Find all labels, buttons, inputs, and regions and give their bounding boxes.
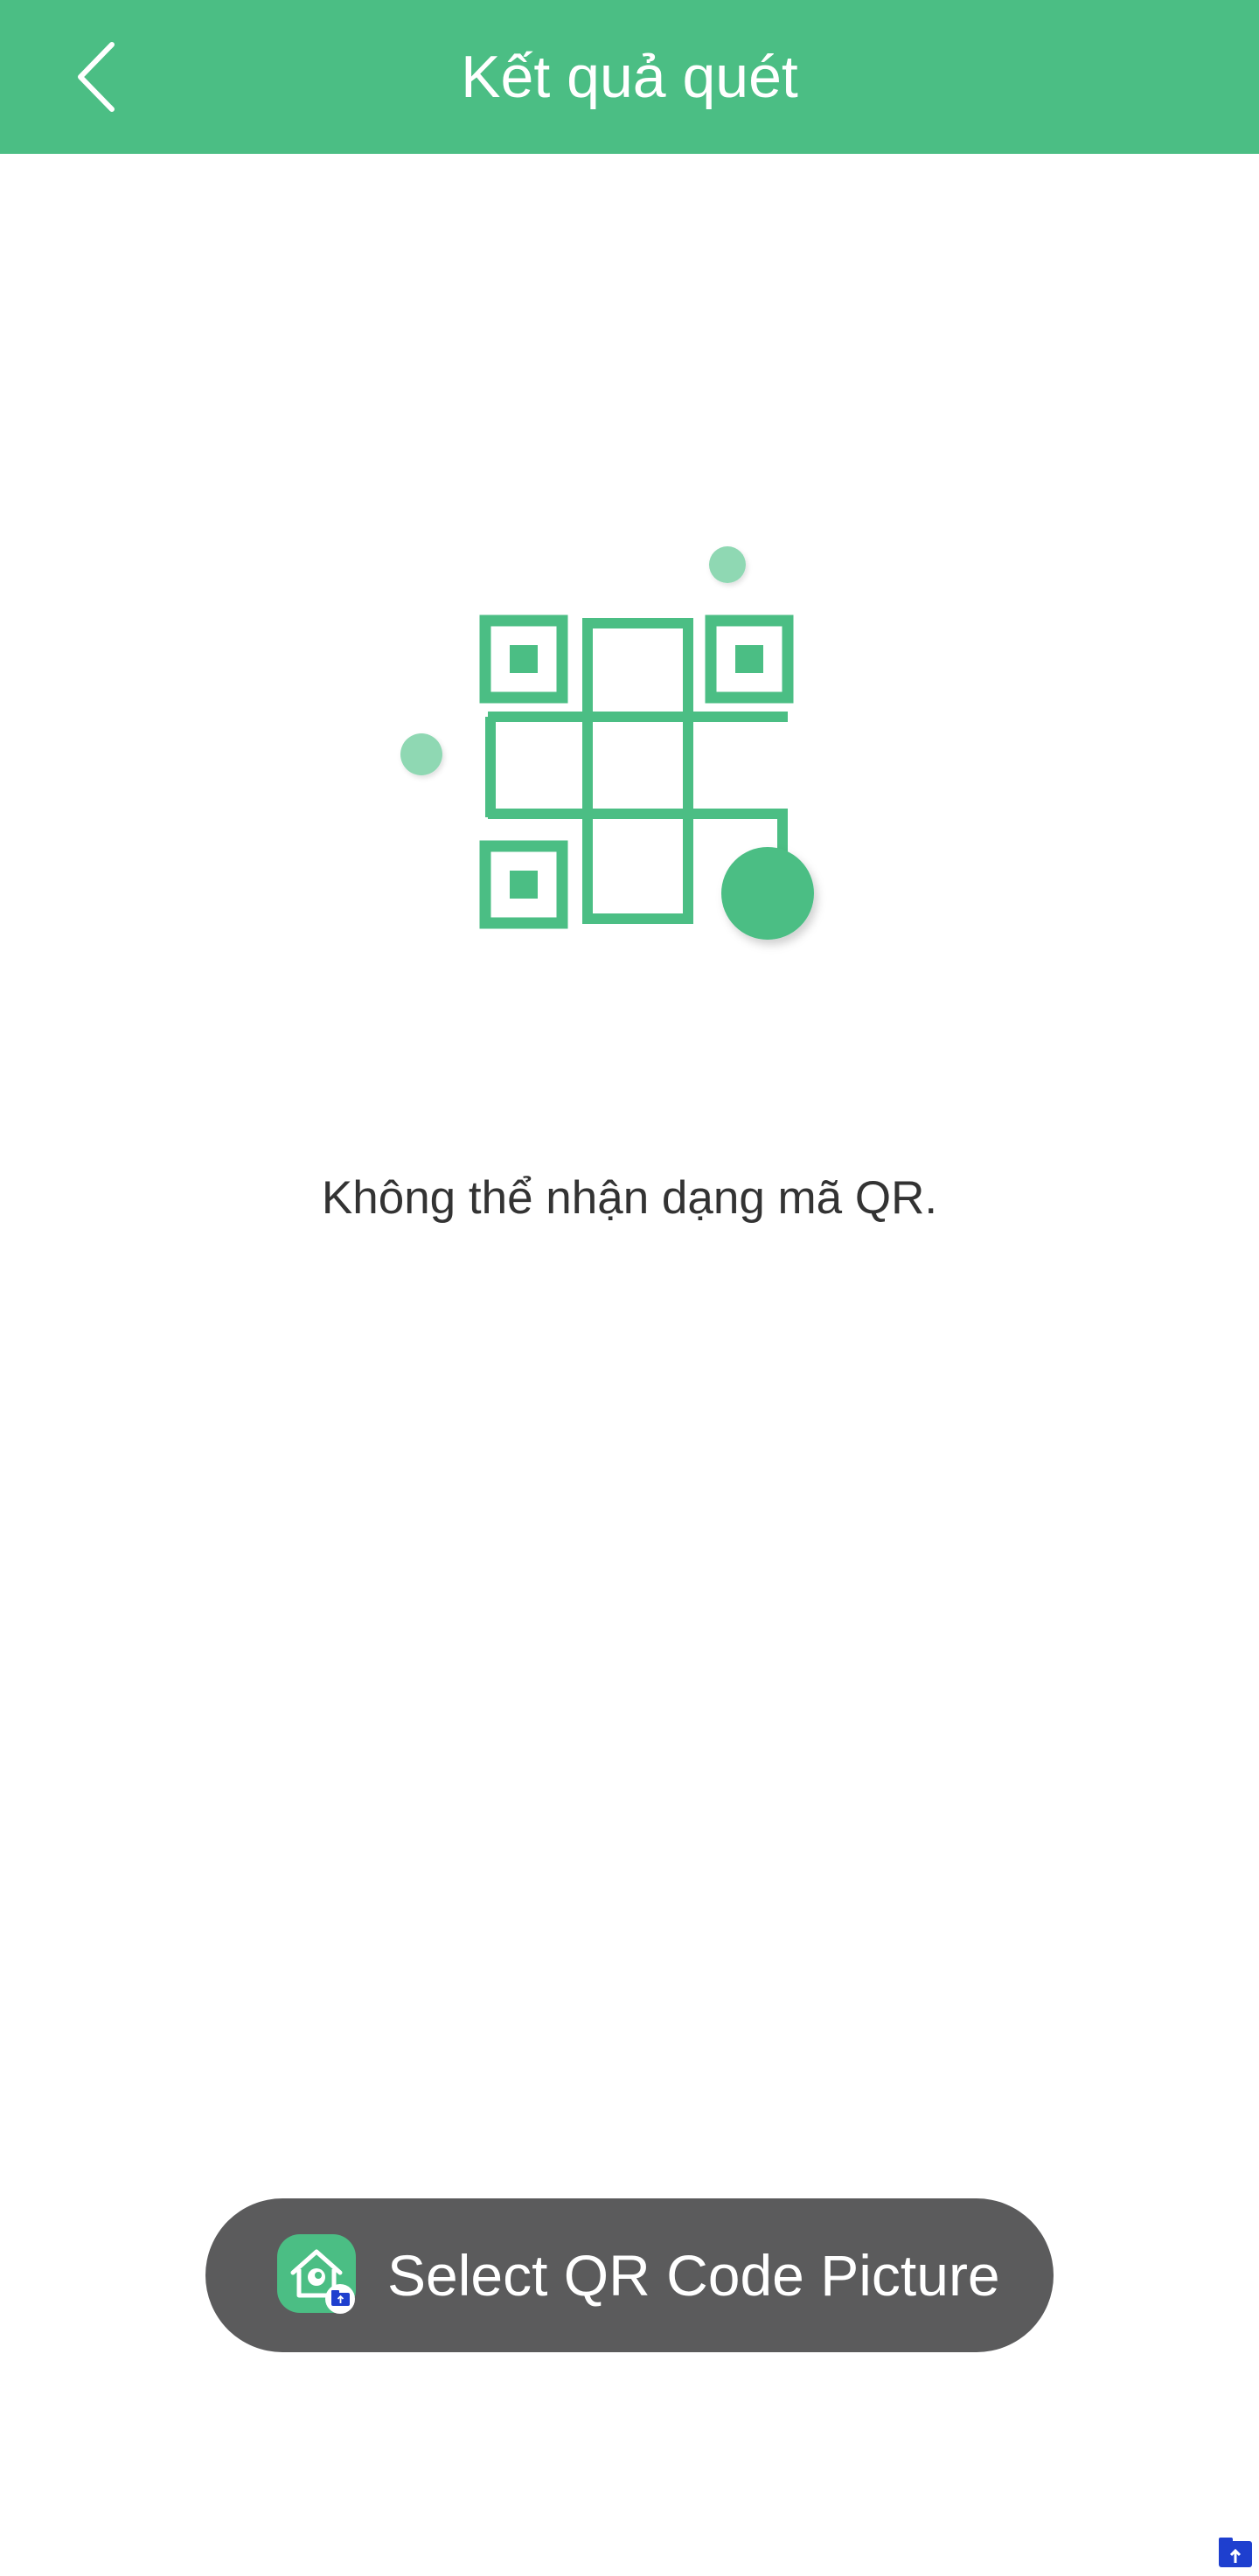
chevron-left-icon [78, 42, 115, 112]
page-title: Kết quả quét [461, 44, 798, 110]
select-qr-picture-button[interactable]: Select QR Code Picture [205, 2198, 1054, 2352]
qr-code-icon [400, 546, 814, 940]
back-button[interactable] [52, 33, 140, 121]
qr-code-illustration [385, 533, 857, 970]
select-button-label: Select QR Code Picture [387, 2243, 1000, 2308]
folder-upload-icon[interactable] [1217, 2536, 1254, 2569]
home-camera-app-icon [277, 2234, 356, 2314]
error-message: Không thể nhận dạng mã QR. [321, 1172, 938, 1224]
header-bar: Kết quả quét [0, 0, 1259, 154]
